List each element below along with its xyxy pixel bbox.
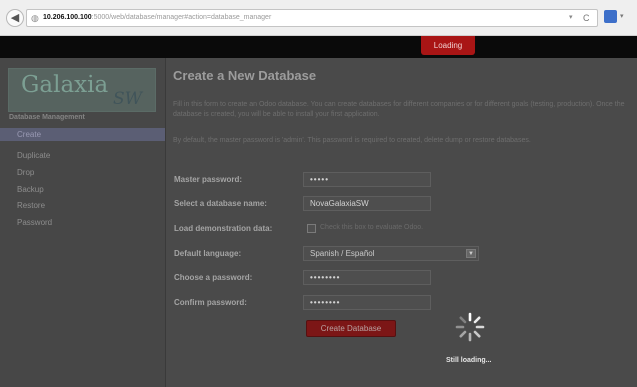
- browser-toolbar: ◀ ◍ 10.206.100.100:5000/web/database/man…: [0, 0, 637, 36]
- master-password-label: Master password:: [174, 175, 243, 184]
- demo-data-checkbox[interactable]: [307, 224, 316, 233]
- loading-overlay: Galaxia SW Database Management Create Du…: [0, 58, 637, 387]
- sidebar-item-backup[interactable]: Backup: [0, 183, 165, 196]
- create-database-button[interactable]: Create Database: [306, 320, 396, 337]
- main-content: Create a New Database Fill in this form …: [167, 58, 637, 387]
- app-topbar: Loading: [0, 36, 637, 58]
- spinner-icon: [455, 312, 485, 342]
- confirm-password-label: Confirm password:: [174, 298, 247, 307]
- demo-data-label: Load demonstration data:: [174, 224, 273, 233]
- loading-message: Still loading...: [446, 357, 492, 364]
- url-host: 10.206.100.100:5000/web/database/manager…: [43, 14, 272, 21]
- sidebar-item-duplicate[interactable]: Duplicate: [0, 149, 165, 162]
- sidebar-item-restore[interactable]: Restore: [0, 199, 165, 212]
- password-note: By default, the master password is 'admi…: [173, 137, 531, 144]
- chevron-down-icon: ▼: [466, 249, 476, 258]
- database-name-field[interactable]: NovaGalaxiaSW: [303, 196, 431, 211]
- url-path: :5000/web/database/manager#action=databa…: [91, 14, 272, 21]
- reload-icon[interactable]: C: [583, 10, 590, 26]
- address-bar[interactable]: ◍ 10.206.100.100:5000/web/database/manag…: [26, 9, 598, 27]
- master-password-row: Master password: •••••: [167, 171, 637, 191]
- extension-menu-icon[interactable]: ▾: [620, 12, 624, 20]
- demo-data-hint: Check this box to evaluate Odoo.: [320, 224, 424, 231]
- confirm-password-field[interactable]: ••••••••: [303, 295, 431, 310]
- sidebar-heading: Database Management: [9, 114, 85, 121]
- page-title: Create a New Database: [173, 68, 317, 83]
- choose-password-field[interactable]: ••••••••: [303, 270, 431, 285]
- company-logo: Galaxia SW: [8, 68, 156, 112]
- sidebar-item-drop[interactable]: Drop: [0, 166, 165, 179]
- sidebar-item-create[interactable]: Create: [0, 128, 165, 141]
- back-arrow-icon: ◀: [10, 12, 20, 24]
- language-value: Spanish / Español: [310, 249, 375, 258]
- chevron-down-icon[interactable]: ▾: [569, 10, 573, 26]
- loading-indicator: Loading: [421, 36, 475, 55]
- choose-password-row: Choose a password: ••••••••: [167, 269, 637, 289]
- language-row: Default language: Spanish / Español ▼: [167, 245, 637, 265]
- globe-icon: ◍: [31, 13, 39, 23]
- choose-password-label: Choose a password:: [174, 273, 253, 282]
- demo-data-row: Load demonstration data: Check this box …: [167, 220, 637, 240]
- language-select[interactable]: Spanish / Español ▼: [303, 246, 479, 261]
- logo-text: Galaxia: [21, 72, 109, 98]
- extension-icon[interactable]: [604, 10, 617, 23]
- intro-text: Fill in this form to create an Odoo data…: [173, 101, 625, 118]
- database-name-row: Select a database name: NovaGalaxiaSW: [167, 195, 637, 215]
- language-label: Default language:: [174, 249, 242, 258]
- confirm-password-row: Confirm password: ••••••••: [167, 294, 637, 314]
- back-button[interactable]: ◀: [6, 9, 24, 27]
- sidebar: Galaxia SW Database Management Create Du…: [0, 58, 166, 387]
- database-name-label: Select a database name:: [174, 199, 267, 208]
- logo-suffix: SW: [113, 89, 143, 109]
- sidebar-item-password[interactable]: Password: [0, 216, 165, 229]
- master-password-field[interactable]: •••••: [303, 172, 431, 187]
